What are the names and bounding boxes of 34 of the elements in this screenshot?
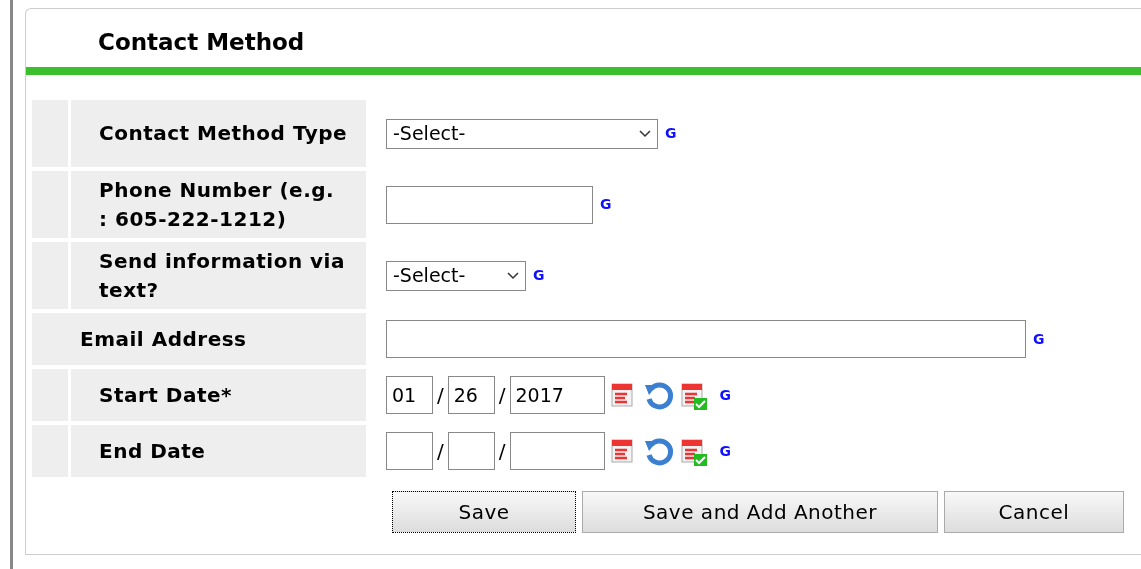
refresh-icon[interactable]	[642, 435, 675, 467]
date-separator: /	[437, 438, 444, 465]
dropdown[interactable]: -Select-	[386, 118, 658, 149]
field-label: Email Address	[32, 313, 366, 365]
field-label: End Date	[71, 425, 366, 477]
help-link[interactable]: G	[719, 384, 731, 406]
caret-icon	[639, 129, 651, 138]
day-field[interactable]: 26	[447, 376, 495, 414]
date-separator: /	[498, 382, 506, 409]
panel-title: Contact Method	[98, 29, 305, 55]
dropdown[interactable]: -Select-	[386, 260, 526, 291]
field-label: Start Date*	[71, 369, 366, 421]
form-button[interactable]: Save	[392, 491, 576, 533]
date-separator: /	[437, 382, 444, 409]
form-button[interactable]: Save and Add Another	[582, 491, 938, 533]
help-link[interactable]: G	[665, 123, 677, 144]
day-field[interactable]	[447, 432, 495, 470]
field-label: Phone Number (e.g. : 605-222-1212)	[71, 171, 366, 238]
year-field[interactable]: 2017	[509, 376, 605, 414]
text-field[interactable]	[386, 320, 1026, 358]
help-link[interactable]: G	[719, 440, 731, 462]
field-label: Send information via text?	[71, 242, 366, 309]
refresh-icon[interactable]	[642, 379, 675, 411]
month-field[interactable]: 01	[386, 376, 433, 414]
date-separator: /	[498, 438, 506, 465]
help-link[interactable]: G	[533, 265, 545, 286]
month-field[interactable]	[386, 432, 433, 470]
help-link[interactable]: G	[1033, 328, 1045, 350]
form-button[interactable]: Cancel	[944, 491, 1124, 533]
field-label: Contact Method Type	[71, 100, 366, 167]
text-field[interactable]	[386, 185, 593, 224]
caret-icon	[507, 271, 519, 280]
help-link[interactable]: G	[600, 194, 612, 215]
year-field[interactable]	[509, 432, 605, 470]
